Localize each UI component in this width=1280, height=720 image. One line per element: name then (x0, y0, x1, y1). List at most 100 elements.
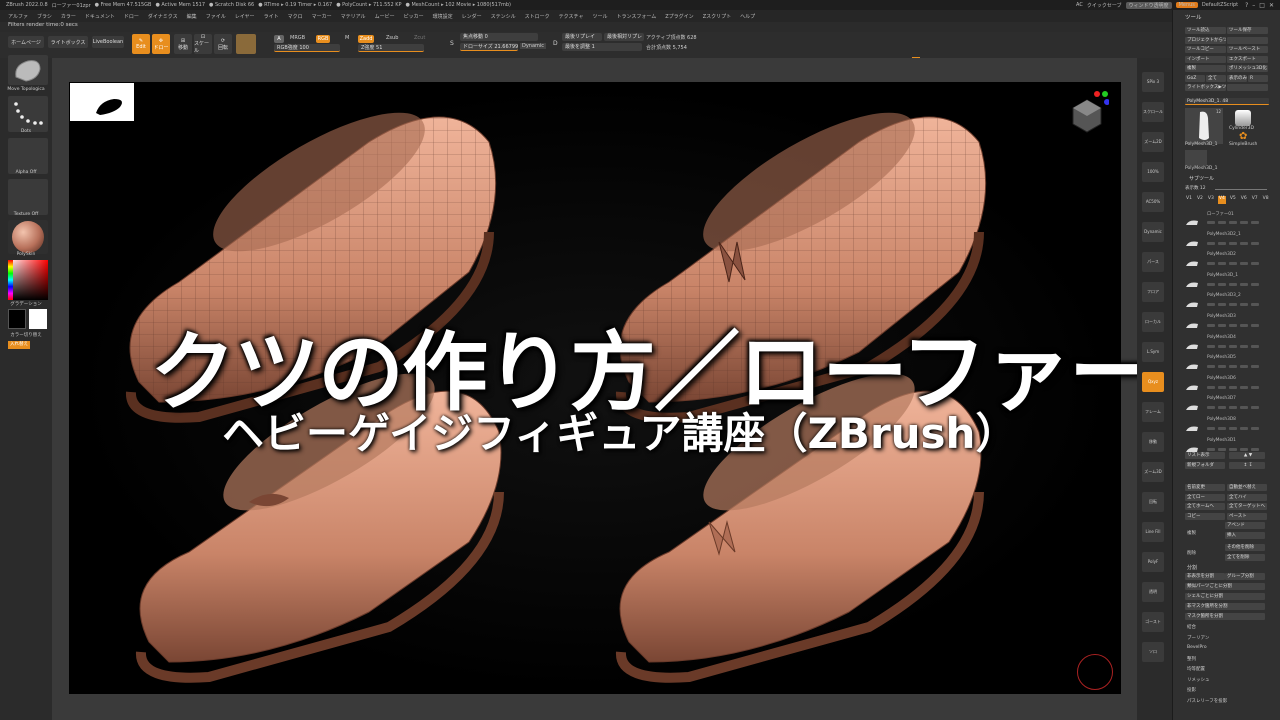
menu-item[interactable]: ファイル (206, 13, 226, 20)
main-color[interactable] (29, 309, 47, 329)
menu-item[interactable]: マテリアル (341, 13, 366, 20)
maximize-icon[interactable]: □ (1259, 2, 1265, 9)
tool-button[interactable]: GoZ (1185, 74, 1205, 82)
menu-item[interactable]: ピッカー (404, 13, 424, 20)
menu-item[interactable]: ドキュメント (85, 13, 115, 20)
ac-label[interactable]: AC (1076, 2, 1083, 8)
subtool-section[interactable]: パスレリーフを投影 (1187, 698, 1227, 704)
subtool-toggles[interactable] (1207, 406, 1259, 410)
subtool-toggles[interactable] (1207, 282, 1259, 286)
color-swap-label[interactable]: カラー切り替え (0, 332, 52, 338)
right-shelf-button[interactable]: フレーム (1142, 402, 1164, 422)
version-button[interactable]: V3 (1207, 196, 1215, 204)
subtool-toggles[interactable] (1207, 427, 1259, 430)
subtool-op-button[interactable]: ペースト (1227, 512, 1267, 520)
right-shelf-button[interactable]: スクロール (1142, 102, 1164, 122)
subtool-section[interactable]: ブーリアン (1187, 635, 1209, 641)
a-button[interactable]: A (274, 35, 284, 43)
menu-item[interactable]: ステンシル (491, 13, 516, 20)
right-shelf-button[interactable]: SPix 3 (1142, 72, 1164, 92)
simplebrush-icon[interactable]: ✿ (1239, 132, 1251, 142)
tool-button[interactable]: プロジェクトからツール読込 (1185, 36, 1226, 44)
split-button[interactable]: 非表示を分割 (1185, 573, 1225, 580)
subtool-op-button[interactable]: 自動並べ替え (1227, 484, 1267, 491)
menu-item[interactable]: ツール (592, 13, 607, 20)
scale-button[interactable]: ⊡ スケール (194, 34, 212, 54)
draw-button[interactable]: ✜ ドロー (152, 34, 170, 54)
right-shelf-button[interactable]: AC50% (1142, 192, 1164, 212)
edit-button[interactable]: ✎ Edit (132, 34, 150, 54)
color-picker[interactable] (8, 260, 48, 300)
tool-button[interactable]: ツール保存 (1227, 27, 1268, 34)
m-button[interactable]: M (345, 35, 349, 41)
subtool-item[interactable]: PolyMesh3D2_1 (1185, 232, 1265, 248)
subtool-toggles[interactable] (1207, 262, 1259, 266)
visible-count-slider[interactable] (1215, 189, 1267, 190)
tool-button[interactable]: 表示のみ (1227, 74, 1247, 82)
right-shelf-button[interactable]: 移動 (1142, 432, 1164, 452)
quicksave-button[interactable]: クイックセーブ (1087, 2, 1122, 9)
zcut-button[interactable]: Zcut (414, 35, 425, 41)
split-button[interactable]: 類似パーツごとに分割 (1185, 583, 1265, 590)
delete-all-button[interactable]: 全てを削除 (1225, 554, 1265, 561)
version-button[interactable]: V2 (1196, 196, 1204, 204)
rgb-button[interactable]: RGB (316, 35, 330, 43)
version-button[interactable]: V8 (1262, 196, 1270, 204)
tool-button[interactable]: エクスポート (1227, 55, 1268, 63)
tool-panel-title[interactable]: ツール (1185, 13, 1202, 21)
draw-size-slider[interactable]: ドローサイズ 21.66799 (460, 43, 518, 51)
subtool-item[interactable]: PolyMesh3D4 (1185, 335, 1265, 351)
menu-item[interactable]: テクスチャ (559, 13, 584, 20)
tool-button[interactable] (1227, 36, 1268, 44)
right-shelf-button[interactable]: PolyF (1142, 552, 1164, 572)
subtool-toggles[interactable] (1207, 344, 1259, 348)
stroke-thumb[interactable] (8, 96, 48, 132)
version-button[interactable]: V5 (1229, 196, 1237, 204)
subtool-op-button[interactable]: 全てターゲットへ (1227, 503, 1267, 510)
menu-item[interactable]: ヘルプ (740, 13, 755, 20)
subtool-section[interactable]: 結合 (1187, 624, 1196, 630)
subtool-toggles[interactable] (1207, 221, 1259, 224)
move-button[interactable]: ⊞ 移動 (174, 34, 192, 54)
tool-button[interactable] (1227, 84, 1268, 91)
move-up-icon[interactable]: ▲ ▼ (1229, 452, 1265, 459)
new-folder-button[interactable]: 新規フォルダ (1185, 462, 1225, 469)
subtool-op-button[interactable]: 全てハイ (1227, 493, 1267, 501)
subtool-section[interactable]: 投影 (1187, 687, 1196, 693)
tool-button[interactable]: R (1248, 74, 1268, 82)
menu-item[interactable]: マクロ (288, 13, 303, 20)
z-intensity-slider[interactable]: Z強度 51 (358, 44, 424, 52)
split-button[interactable]: マスク箇所を分割 (1185, 613, 1265, 620)
mrgb-button[interactable]: MRGB (290, 35, 305, 41)
right-shelf-button[interactable]: ズーム2D (1142, 132, 1164, 152)
rotate-gizmo[interactable] (1077, 654, 1113, 690)
subtool-item[interactable]: PolyMesh3D3_2 (1185, 293, 1265, 309)
close-icon[interactable]: ✕ (1269, 2, 1274, 9)
version-button[interactable]: V7 (1251, 196, 1259, 204)
duplicate-label[interactable]: 複製 (1187, 530, 1196, 536)
default-zscript[interactable]: DefaultZScript (1202, 2, 1238, 8)
menu-item[interactable]: 編集 (187, 13, 197, 20)
adjust-last-slider[interactable]: 最後を調整 1 (562, 43, 642, 51)
subtool-item[interactable]: PolyMesh3D8 (1185, 417, 1265, 433)
menus-button[interactable]: Menus (1175, 2, 1198, 8)
insert-button[interactable]: 挿入 (1225, 532, 1265, 539)
fill-button[interactable]: 入れ替え (8, 341, 30, 349)
menu-item[interactable]: ドロー (124, 13, 139, 20)
navigation-cube[interactable] (1069, 90, 1110, 140)
delete-label[interactable]: 削除 (1187, 550, 1196, 556)
current-tool-slider[interactable]: PolyMesh3D_1. 48 (1185, 98, 1269, 105)
brush-thumb[interactable] (8, 55, 48, 85)
subtool-toggles[interactable] (1207, 365, 1259, 369)
right-shelf-button[interactable]: Dynamic (1142, 222, 1164, 242)
lightbox-button[interactable]: ライトボックス (48, 36, 88, 48)
right-shelf-button[interactable]: 透明 (1142, 582, 1164, 602)
right-shelf-button[interactable]: L.Sym (1142, 342, 1164, 362)
subtool-item[interactable]: PolyMesh3D_1 (1185, 273, 1265, 289)
subtool-op-button[interactable]: 全てロー (1185, 493, 1225, 501)
subtool-toggles[interactable] (1207, 303, 1259, 307)
tool-button[interactable]: ツールペースト (1227, 46, 1268, 53)
tool-button[interactable]: 複製 (1185, 65, 1226, 72)
menu-item[interactable]: ダイナミクス (148, 13, 178, 20)
texture-thumb[interactable] (8, 179, 48, 215)
